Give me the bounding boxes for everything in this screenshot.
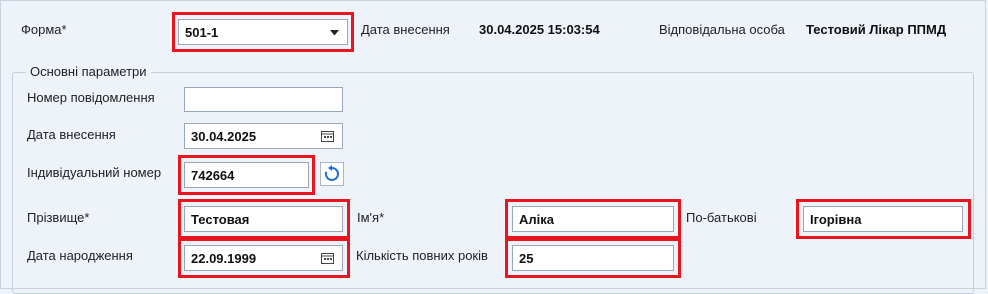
main-params-group (12, 72, 974, 294)
individual-number-label: Індивідуальний номер (27, 165, 162, 180)
highlight-name (505, 199, 681, 239)
entry-date-value: 30.04.2025 15:03:54 (479, 22, 600, 37)
refresh-button[interactable] (320, 162, 344, 186)
message-number-input[interactable] (184, 87, 343, 112)
entry-date-label: Дата внесення (361, 22, 450, 37)
highlight-full-years (505, 238, 681, 278)
highlight-individual-number (178, 155, 315, 195)
calendar-icon[interactable] (321, 130, 334, 142)
name-label: Ім'я* (357, 210, 385, 225)
highlight-birth-date (178, 238, 350, 278)
highlight-patronymic (796, 199, 971, 239)
form-label: Форма* (21, 22, 67, 37)
entry-date-field-value: 30.04.2025 (191, 128, 257, 144)
refresh-icon (324, 165, 339, 181)
surname-label: Прізвище* (27, 210, 90, 225)
responsible-label: Відповідальна особа (659, 22, 785, 37)
full-years-label: Кількість повних років (356, 248, 488, 263)
message-number-label: Номер повідомлення (27, 90, 155, 105)
responsible-value: Тестовий Лікар ППМД (806, 22, 947, 37)
main-params-legend: Основні параметри (26, 64, 151, 79)
birth-date-label: Дата народження (27, 248, 133, 263)
highlight-form (172, 12, 354, 52)
entry-date-input[interactable]: 30.04.2025 (184, 123, 343, 149)
patronymic-label: По-батькові (686, 210, 757, 225)
main-entry-date-label: Дата внесення (27, 127, 116, 142)
highlight-surname (178, 199, 350, 239)
